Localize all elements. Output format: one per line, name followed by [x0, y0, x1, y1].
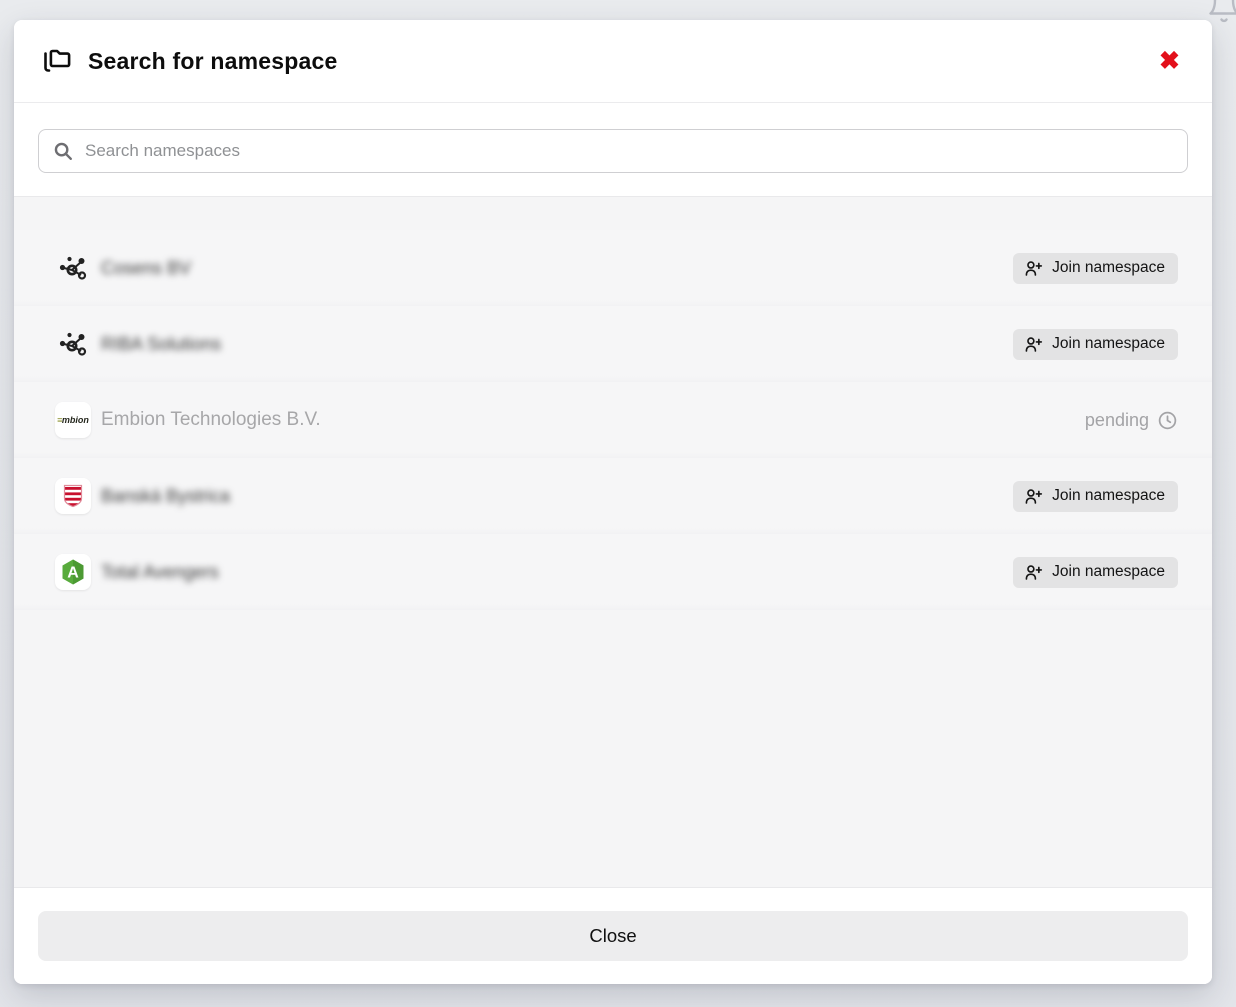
clock-icon	[1157, 410, 1178, 431]
close-icon[interactable]: ✖	[1153, 45, 1186, 78]
join-namespace-label: Join namespace	[1052, 259, 1165, 277]
network-graph-icon	[55, 326, 91, 362]
notification-bell-icon	[1206, 0, 1236, 26]
search-namespace-modal: Search for namespace ✖	[14, 20, 1212, 984]
hexagon-letter: A	[67, 565, 79, 582]
join-namespace-button[interactable]: Join namespace	[1013, 481, 1178, 512]
folders-icon	[40, 44, 74, 78]
join-namespace-label: Join namespace	[1052, 335, 1165, 353]
modal-title: Search for namespace	[88, 48, 337, 75]
user-plus-icon	[1024, 259, 1043, 278]
namespace-row: RIBA Solutions Join namespace	[14, 306, 1212, 382]
user-plus-icon	[1024, 563, 1043, 582]
search-input[interactable]	[38, 129, 1188, 173]
striped-shield-logo	[55, 478, 91, 514]
namespace-name: RIBA Solutions	[101, 334, 221, 355]
namespace-name: Banská Bystrica	[101, 486, 230, 507]
modal-footer: Close	[14, 887, 1212, 984]
pending-status: pending	[1085, 410, 1178, 431]
join-namespace-label: Join namespace	[1052, 563, 1165, 581]
namespace-name: Total Avengers	[101, 562, 219, 583]
pending-label: pending	[1085, 410, 1149, 431]
namespace-row: A Total Avengers Join namespace	[14, 534, 1212, 610]
namespace-row: Cosens BV Join namespace	[14, 230, 1212, 306]
join-namespace-button[interactable]: Join namespace	[1013, 557, 1178, 588]
modal-header: Search for namespace ✖	[14, 20, 1212, 103]
join-namespace-label: Join namespace	[1052, 487, 1165, 505]
namespace-list: Cosens BV Join namespace	[14, 197, 1212, 887]
search-section	[14, 103, 1212, 197]
namespace-name: Cosens BV	[101, 258, 191, 279]
namespace-row: ≡mbion Embion Technologies B.V. pending	[14, 382, 1212, 458]
join-namespace-button[interactable]: Join namespace	[1013, 253, 1178, 284]
user-plus-icon	[1024, 487, 1043, 506]
join-namespace-button[interactable]: Join namespace	[1013, 329, 1178, 360]
namespace-name: Embion Technologies B.V.	[101, 409, 321, 431]
user-plus-icon	[1024, 335, 1043, 354]
embion-logo: ≡mbion	[55, 402, 91, 438]
close-button[interactable]: Close	[38, 911, 1188, 961]
namespace-row: Banská Bystrica Join namespace	[14, 458, 1212, 534]
network-graph-icon	[55, 250, 91, 286]
green-hexagon-a-logo: A	[55, 554, 91, 590]
